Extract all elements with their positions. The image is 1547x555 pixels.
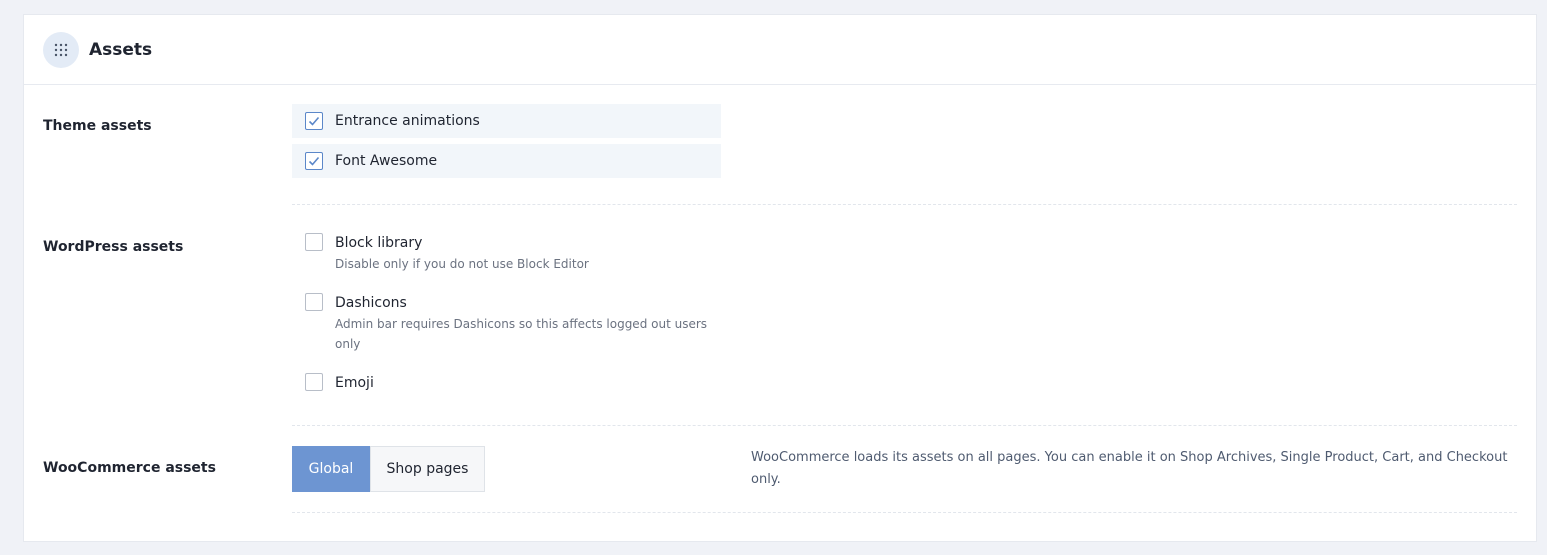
page-title: Assets — [89, 39, 153, 60]
global-button[interactable]: Global — [292, 446, 370, 492]
dashicons-checkbox[interactable] — [305, 293, 323, 311]
panel-header: Assets — [24, 15, 1536, 85]
emoji-option[interactable]: Emoji — [292, 373, 721, 393]
section-divider — [292, 204, 1517, 205]
block-library-option[interactable]: Block library Disable only if you do not… — [292, 233, 721, 274]
grip-dots-icon — [43, 31, 79, 68]
woocommerce-note: WooCommerce loads its assets on all page… — [751, 450, 1508, 487]
check-icon — [308, 116, 320, 126]
font-awesome-label: Font Awesome — [335, 153, 438, 169]
section-divider — [292, 512, 1517, 513]
dashicons-description: Admin bar requires Dashicons so this aff… — [335, 317, 708, 351]
block-library-label: Block library — [335, 235, 423, 251]
block-library-description: Disable only if you do not use Block Edi… — [335, 257, 589, 271]
entrance-animations-label: Entrance animations — [335, 113, 480, 129]
font-awesome-option[interactable]: Font Awesome — [292, 144, 721, 178]
section-divider — [292, 425, 1517, 426]
font-awesome-checkbox[interactable] — [305, 152, 323, 170]
theme-assets-label: Theme assets — [43, 118, 152, 134]
emoji-checkbox[interactable] — [305, 373, 323, 391]
woocommerce-assets-toggle: Global Shop pages — [292, 446, 485, 492]
woocommerce-assets-label: WooCommerce assets — [43, 460, 216, 476]
check-icon — [308, 156, 320, 166]
shop-pages-button[interactable]: Shop pages — [370, 446, 485, 492]
assets-panel: Assets Theme assets Entrance animations … — [23, 14, 1537, 542]
block-library-checkbox[interactable] — [305, 233, 323, 251]
entrance-animations-option[interactable]: Entrance animations — [292, 104, 721, 138]
emoji-label: Emoji — [335, 375, 374, 391]
wordpress-assets-label: WordPress assets — [43, 239, 184, 255]
dashicons-label: Dashicons — [335, 295, 407, 311]
entrance-animations-checkbox[interactable] — [305, 112, 323, 130]
dashicons-option[interactable]: Dashicons Admin bar requires Dashicons s… — [292, 293, 721, 354]
